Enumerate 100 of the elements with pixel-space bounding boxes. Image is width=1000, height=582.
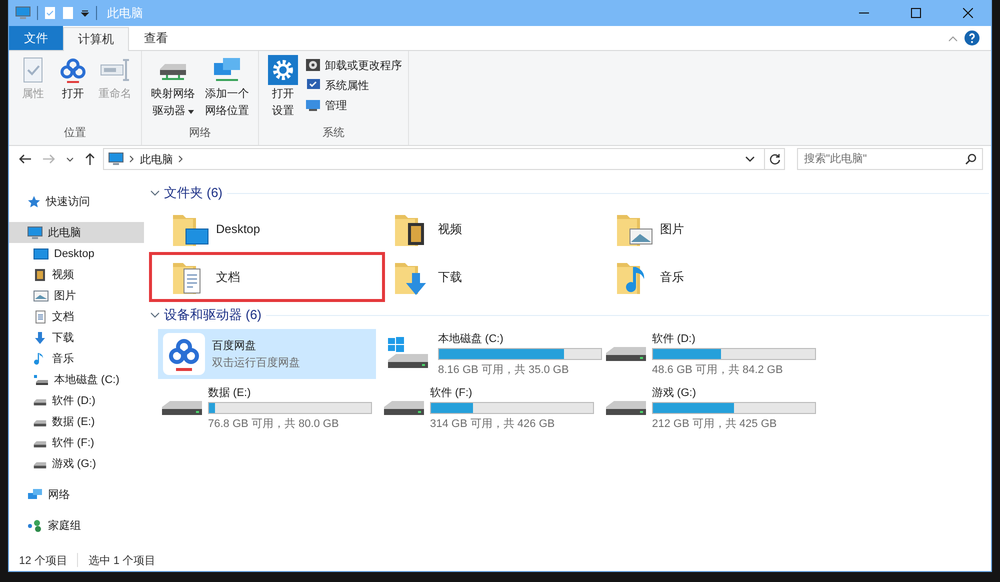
free-space-text: 212 GB 可用，共 425 GB [652,417,778,431]
ribbon-tab[interactable]: 查看 [129,26,183,50]
nav-item[interactable]: 视频 [9,264,144,285]
device-description: 双击运行百度网盘 [212,356,300,370]
nav-label: 音乐 [52,352,74,366]
ribbon-button[interactable]: 打开 [55,55,91,123]
checkmark-document-icon [44,6,56,20]
network-icon [27,488,43,502]
group-label: 网络 [189,126,211,141]
folder-item[interactable]: Desktop [158,207,380,251]
maximize-icon [911,8,921,18]
item-count: 12 个项目 [19,554,68,568]
free-space-text: 48.6 GB 可用，共 84.2 GB [652,363,784,377]
section-header[interactable]: 设备和驱动器 (6) [164,306,262,324]
nav-item[interactable]: 软件 (F:) [9,432,144,453]
device-name: 本地磁盘 (C:) [438,332,504,346]
drive-icon [33,372,49,386]
dropdown-icon [80,8,90,18]
chevron-down-icon [66,155,74,163]
free-space-text: 8.16 GB 可用，共 35.0 GB [438,363,570,377]
ribbon-command[interactable]: 管理 [305,97,402,113]
folder-name: 文档 [216,268,240,286]
device-item[interactable]: 软件 (D:) 48.6 GB 可用，共 84.2 GB [602,329,820,379]
nav-label: 软件 (D:) [52,394,96,408]
nav-label: 快速访问 [46,194,90,209]
address-field[interactable]: 此电脑 [103,148,765,170]
homegroup-icon [27,518,43,532]
nav-item[interactable]: 下载 [9,327,144,348]
nav-item[interactable]: 此电脑 [9,222,144,243]
picture-icon [33,288,49,302]
down-arrow-icon [33,330,47,344]
nav-label: 图片 [54,289,76,303]
search-field[interactable]: 搜索"此电脑" [797,148,983,170]
device-item[interactable]: 软件 (F:) 314 GB 可用，共 426 GB [380,383,598,433]
cloud-app-icon [162,332,206,376]
nav-item[interactable]: 文档 [9,306,144,327]
window-title: 此电脑 [107,4,144,22]
nav-label: 下载 [52,331,74,345]
folder-item[interactable]: 音乐 [602,255,824,299]
ribbon-tab[interactable]: 计算机 [63,27,129,51]
device-name: 软件 (D:) [652,332,696,346]
file-menu-tab[interactable]: 文件 [9,26,63,50]
folder-item[interactable]: 下载 [380,255,602,299]
star-icon [27,194,41,208]
breadcrumb[interactable]: 此电脑 [140,152,173,166]
nav-item[interactable]: 家庭组 [9,515,144,536]
nav-item[interactable]: 图片 [9,285,144,306]
nav-item[interactable]: 游戏 (G:) [9,453,144,474]
nav-label: 数据 (E:) [52,415,95,429]
device-name: 数据 (E:) [208,386,252,400]
computer-icon [27,224,43,240]
chevron-up-icon [948,34,958,42]
ribbon-button[interactable]: 打开 设置 [265,55,301,123]
nav-label: Desktop [54,248,94,260]
settings-icon [268,55,298,85]
nav-label: 此电脑 [48,226,81,240]
nav-item[interactable]: 数据 (E:) [9,411,144,432]
nav-item[interactable]: 软件 (D:) [9,390,144,411]
up-arrow-icon [84,152,96,166]
nav-label: 网络 [48,488,70,502]
device-item[interactable]: 百度网盘 双击运行百度网盘 [158,329,376,379]
device-item[interactable]: 游戏 (G:) 212 GB 可用，共 425 GB [602,383,820,433]
device-item[interactable]: 本地磁盘 (C:) 8.16 GB 可用，共 35.0 GB [380,329,598,379]
drive-icon [384,401,424,415]
document-icon [33,310,47,324]
close-icon [963,8,973,18]
ribbon-button[interactable]: 添加一个 网络位置 [202,55,252,123]
ribbon-button[interactable]: 映射网络 驱动器 [148,55,198,123]
nav-label: 软件 (F:) [52,436,94,450]
folder-name: 音乐 [660,268,684,286]
group-label: 系统 [322,126,344,141]
disc-box-icon [305,57,321,73]
chevron-right-icon [129,155,135,163]
device-item[interactable]: 数据 (E:) 76.8 GB 可用，共 80.0 GB [158,383,376,433]
group-label: 位置 [64,126,86,141]
back-arrow-icon [18,153,32,165]
selection-count: 选中 1 个项目 [88,554,156,568]
folder-name: Desktop [216,222,260,236]
drive-icon [606,347,646,361]
chevron-right-icon [178,155,184,163]
nav-item[interactable]: 音乐 [9,348,144,369]
device-name: 游戏 (G:) [652,386,697,400]
nav-label: 文档 [52,310,74,324]
nav-label: 家庭组 [48,518,81,533]
nav-item[interactable]: 本地磁盘 (C:) [9,369,144,390]
chevron-down-icon [745,155,755,163]
nav-item[interactable]: 快速访问 [9,191,144,212]
ribbon-command[interactable]: 卸载或更改程序 [305,57,402,73]
drive-icon [162,401,202,415]
nav-label: 视频 [52,268,74,282]
nav-label: 本地磁盘 (C:) [54,373,120,387]
folder-item[interactable]: 视频 [380,207,602,251]
nav-item[interactable]: Desktop [9,243,144,264]
nav-item[interactable]: 网络 [9,484,144,505]
ribbon-command[interactable]: 系统属性 [305,77,402,93]
folder-item[interactable]: 图片 [602,207,824,251]
document-icon [62,6,74,20]
section-header[interactable]: 文件夹 (6) [164,184,222,202]
refresh-icon [768,153,780,165]
refresh-button[interactable] [765,148,785,170]
